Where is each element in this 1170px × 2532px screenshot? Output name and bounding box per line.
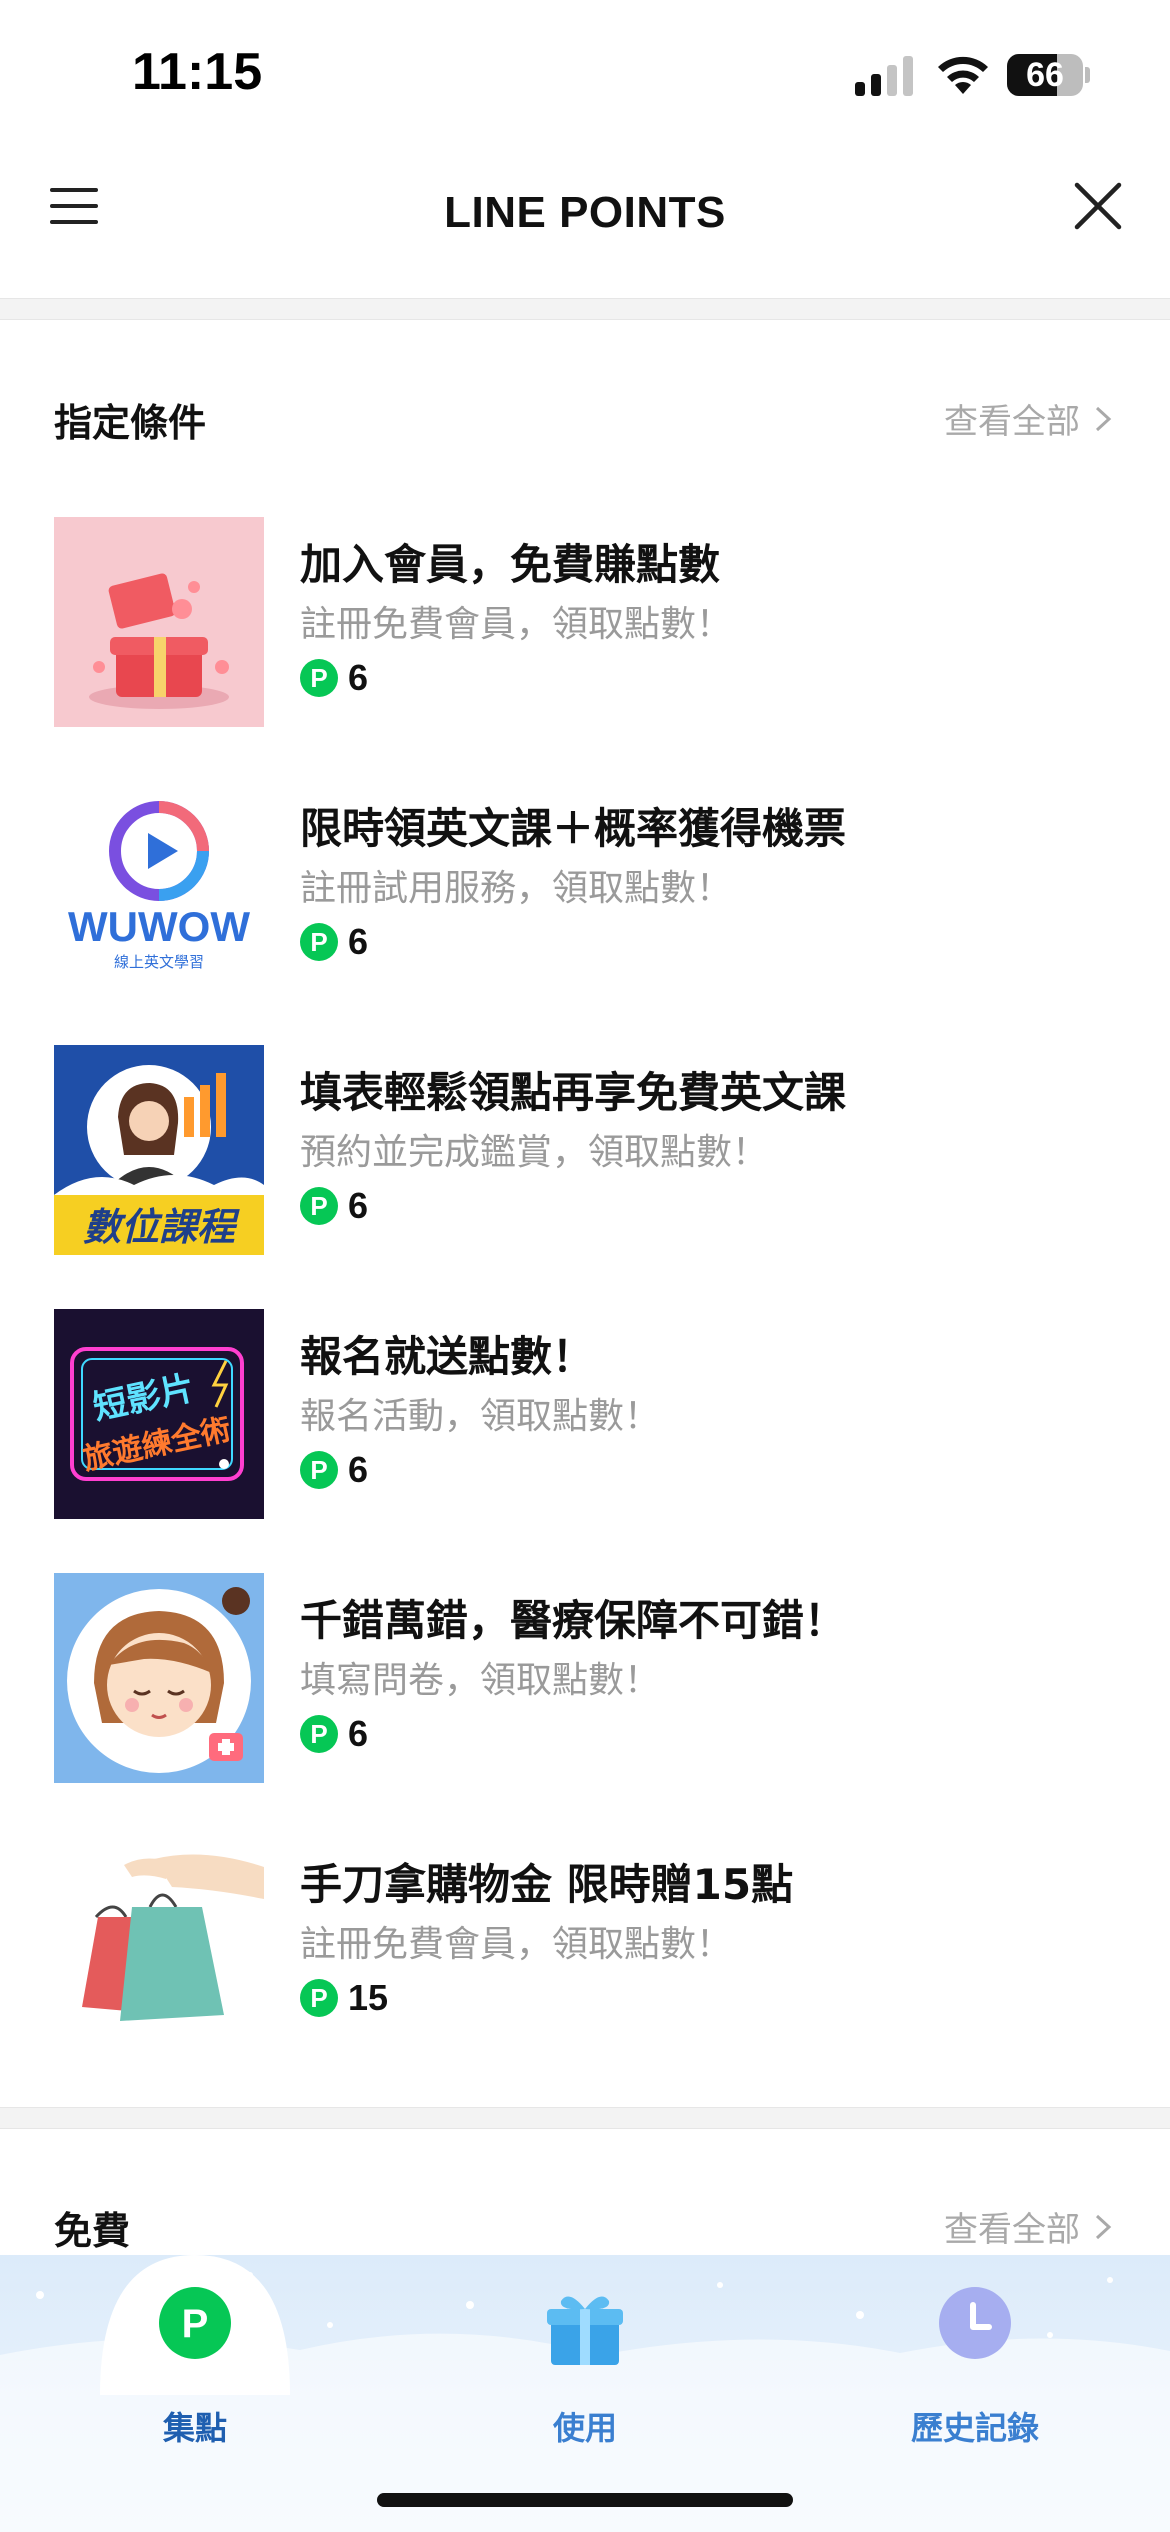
wifi-icon [938, 56, 988, 94]
tab-label: 歷史記錄 [910, 2409, 1039, 2447]
offer-subtitle: 註冊試用服務，領取點數！ [300, 868, 733, 909]
points-value: 6 [348, 657, 369, 698]
home-indicator [377, 2493, 793, 2507]
cartoon-girl-thumbnail [54, 1573, 264, 1783]
neon-video-thumbnail: 短影片 旅遊練全術 [54, 1309, 264, 1519]
see-all-label: 查看全部 [944, 2210, 1080, 2250]
line-points-icon: P [300, 659, 338, 697]
gift-box-thumbnail [54, 517, 264, 727]
offer-points: P 15 [300, 1977, 388, 2019]
points-value: 15 [348, 1977, 389, 2018]
offer-title: 報名就送點數！ [300, 1332, 595, 1381]
section-divider [0, 2107, 1170, 2129]
battery-icon: 66 [1007, 54, 1083, 96]
offer-subtitle: 填寫問卷，領取點數！ [300, 1660, 661, 1701]
see-all-free-link[interactable]: 查看全部 [944, 2202, 1112, 2251]
points-value: 6 [348, 1449, 369, 1490]
gift-icon [547, 2296, 623, 2365]
see-all-conditions-link[interactable]: 查看全部 [944, 394, 1112, 443]
shopping-bags-thumbnail [54, 1837, 264, 2047]
offer-subtitle: 報名活動，領取點數！ [300, 1396, 661, 1437]
points-value: 6 [348, 1185, 369, 1226]
line-points-icon: P [300, 1979, 338, 2017]
offer-title: 填表輕鬆領點再享免費英文課 [300, 1068, 847, 1117]
chevron-right-icon [1095, 2214, 1112, 2239]
wuwow-logo-subtext: 線上英文學習 [114, 953, 204, 971]
offer-title: 加入會員，免費賺點數 [300, 540, 721, 589]
tab-history[interactable]: 歷史記錄 [855, 2285, 1095, 2465]
status-bar: 11:15 66 [0, 0, 1170, 150]
offer-item[interactable]: WUWOW 線上英文學習 限時領英文課＋概率獲得機票 註冊試用服務，領取點數！ … [0, 781, 1170, 1045]
offer-item[interactable]: 手刀拿購物金 限時贈15點 註冊免費會員，領取點數！ P 15 [0, 1837, 1170, 2101]
tab-use[interactable]: 使用 [465, 2285, 705, 2465]
tab-label: 使用 [552, 2409, 617, 2447]
page-title: LINE POINTS [444, 188, 726, 237]
points-value: 6 [348, 921, 369, 962]
line-points-icon: P [300, 1451, 338, 1489]
bottom-tab-bar: P 集點 使用 歷史記錄 [0, 2255, 1170, 2532]
line-points-icon: P [300, 1187, 338, 1225]
offer-points: P 6 [300, 1449, 368, 1491]
tab-label: 集點 [162, 2409, 227, 2447]
section-title-conditions: 指定條件 [54, 401, 207, 445]
p-coin-glyph: P [182, 2302, 209, 2346]
cellular-signal-icon [855, 56, 913, 96]
chevron-right-icon [1095, 406, 1112, 431]
points-value: 6 [348, 1713, 369, 1754]
offer-item[interactable]: 短影片 旅遊練全術 報名就送點數！ 報名活動，領取點數！ P 6 [0, 1309, 1170, 1573]
digital-course-thumbnail: 數位課程 [54, 1045, 264, 1255]
app-header: LINE POINTS [0, 150, 1170, 298]
tab-collect-points[interactable]: P 集點 [75, 2285, 315, 2465]
offer-subtitle: 註冊免費會員，領取點數！ [300, 604, 733, 645]
battery-level: 66 [1026, 56, 1064, 94]
offer-subtitle: 註冊免費會員，領取點數！ [300, 1924, 733, 1965]
line-points-screen: 11:15 66 LINE POINTS 指定條件 查看全部 加入會員，免費賺點… [0, 0, 1170, 2532]
offer-subtitle: 預約並完成鑑賞，領取點數！ [300, 1132, 769, 1173]
offer-title: 限時領英文課＋概率獲得機票 [300, 804, 847, 853]
course-banner-text: 數位課程 [83, 1205, 240, 1249]
offer-points: P 6 [300, 1185, 368, 1227]
offer-points: P 6 [300, 1713, 368, 1755]
status-time: 11:15 [132, 43, 263, 101]
see-all-label: 查看全部 [944, 402, 1080, 442]
wuwow-logo-thumbnail: WUWOW 線上英文學習 [54, 781, 264, 991]
offer-item[interactable]: 數位課程 填表輕鬆領點再享免費英文課 預約並完成鑑賞，領取點數！ P 6 [0, 1045, 1170, 1309]
p-coin-icon: P [159, 2287, 231, 2359]
offer-title: 千錯萬錯，醫療保障不可錯！ [300, 1596, 847, 1645]
close-icon[interactable] [1072, 180, 1124, 232]
offer-item[interactable]: 加入會員，免費賺點數 註冊免費會員，領取點數！ P 6 [0, 517, 1170, 781]
wuwow-logo-text: WUWOW [68, 903, 250, 950]
offer-points: P 6 [300, 657, 368, 699]
battery-tip [1085, 67, 1090, 83]
section-divider [0, 298, 1170, 320]
clock-icon [939, 2287, 1011, 2359]
offer-title: 手刀拿購物金 限時贈15點 [300, 1860, 794, 1909]
line-points-icon: P [300, 923, 338, 961]
offer-item[interactable]: 千錯萬錯，醫療保障不可錯！ 填寫問卷，領取點數！ P 6 [0, 1573, 1170, 1837]
offer-points: P 6 [300, 921, 368, 963]
line-points-icon: P [300, 1715, 338, 1753]
section-title-free: 免費 [54, 2209, 131, 2253]
